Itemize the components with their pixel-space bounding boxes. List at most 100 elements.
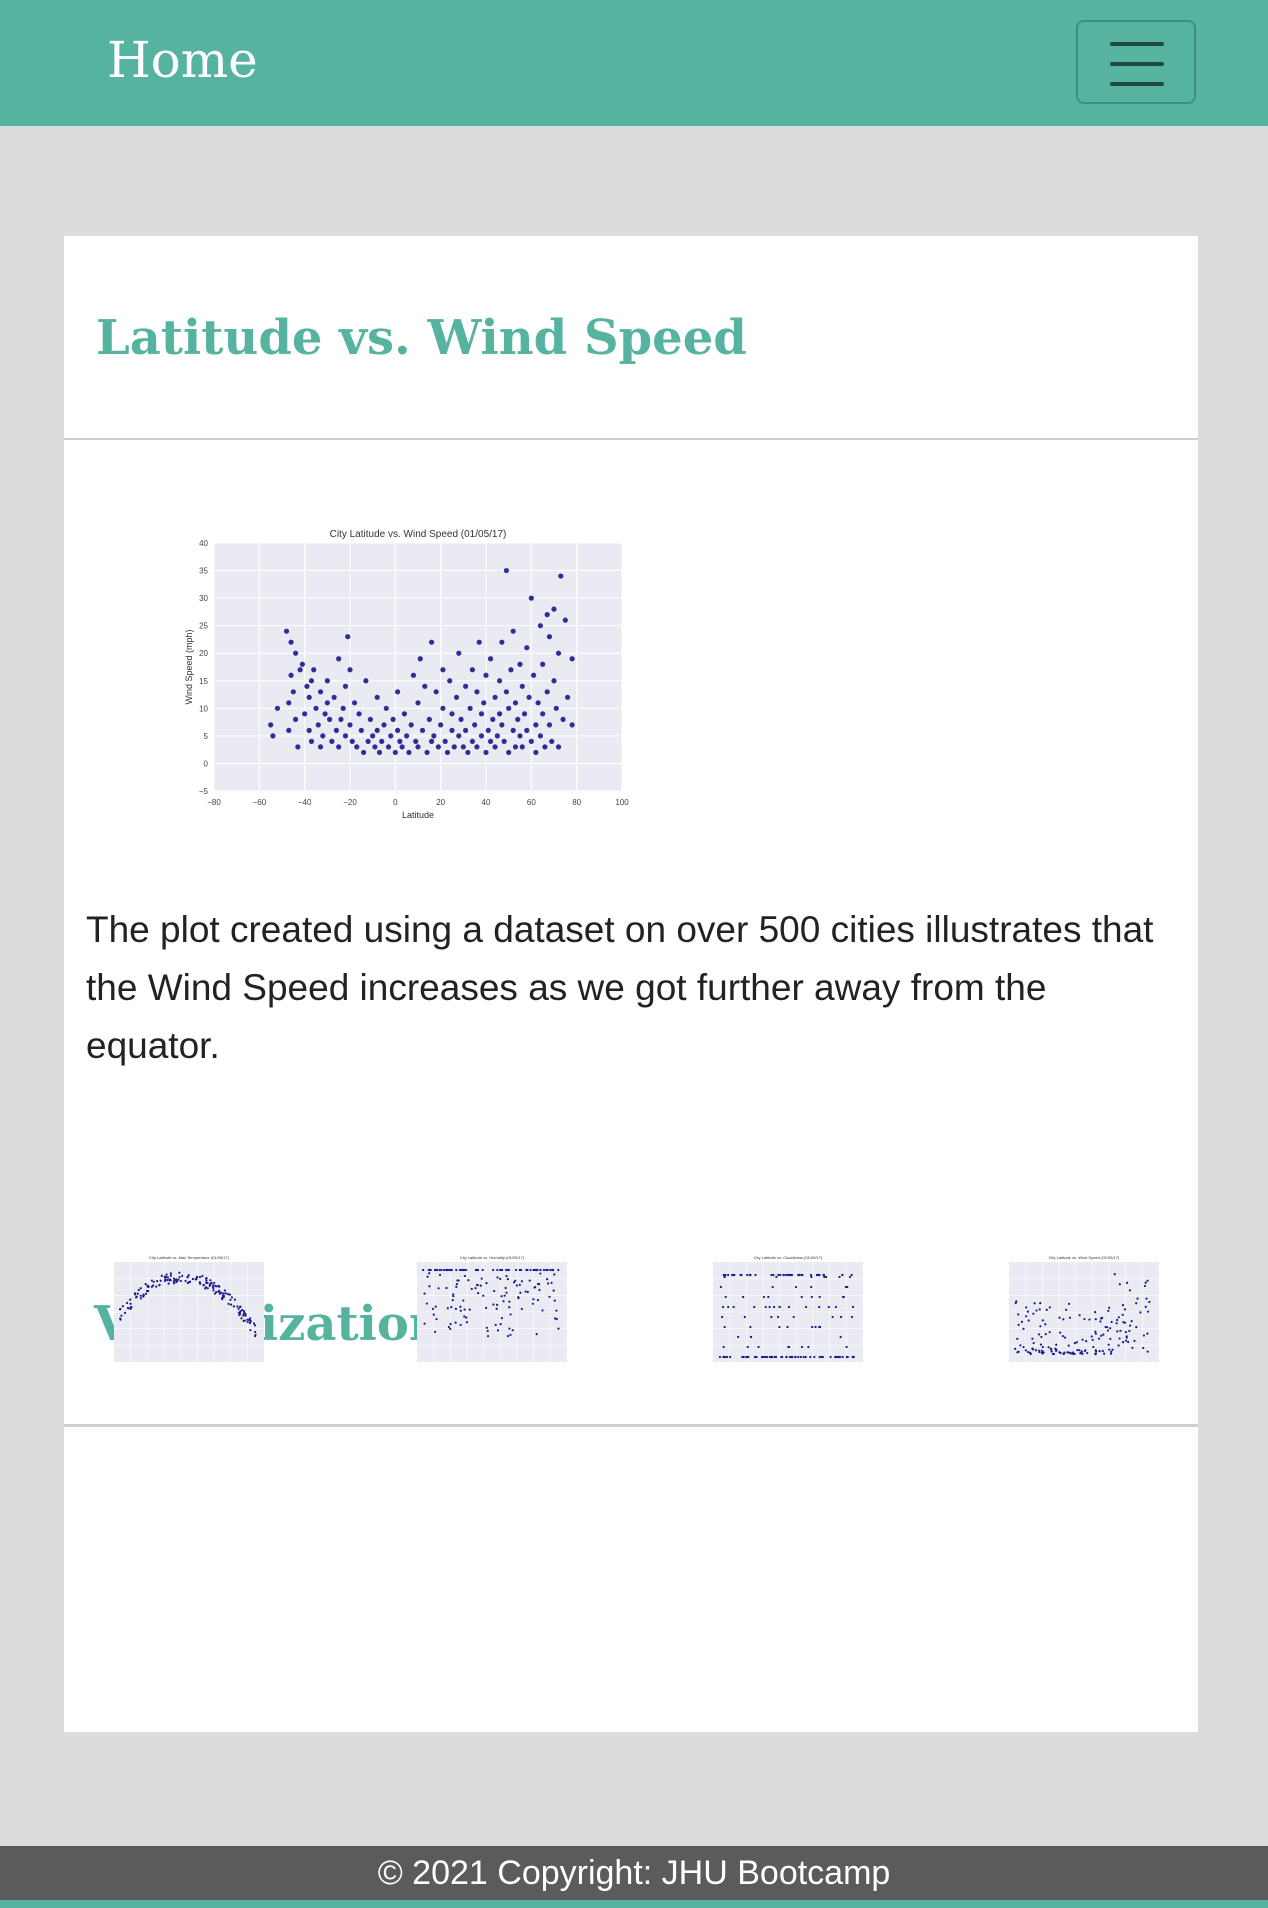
wind-speed-scatter-plot[interactable]: −80 −60 −40 −20 0 20 40 60 80 100 −5 0 5 10 15 20 25 30 35…	[114, 511, 634, 841]
thumbnail-title: City Latitude vs. Humidity (01/05/17)	[460, 1255, 525, 1260]
thumbnail-point	[229, 1303, 233, 1306]
thumbnail-point	[514, 1268, 518, 1272]
thumbnail-point	[754, 1273, 757, 1277]
thumbnail-point	[168, 1278, 171, 1281]
thumbnail-point	[778, 1305, 781, 1309]
thumbnail-point	[723, 1275, 726, 1279]
thumbnail-point	[818, 1325, 822, 1329]
thumbnail-point	[1063, 1336, 1067, 1339]
thumbnail-point	[165, 1273, 168, 1276]
thumbnail-humidity[interactable]: City Latitude vs. Humidity (01/05/17)	[397, 1252, 573, 1372]
thumbnail-point	[1145, 1297, 1148, 1300]
thumbnail-point	[236, 1305, 239, 1308]
thumbnail-point	[740, 1273, 743, 1277]
thumbnail-point	[767, 1295, 770, 1299]
data-point	[293, 716, 299, 722]
thumbnail-point	[1044, 1323, 1047, 1326]
data-point	[347, 667, 353, 673]
data-point	[338, 716, 344, 722]
thumbnail-point	[546, 1282, 550, 1285]
thumbnail-point	[519, 1291, 522, 1294]
thumbnail-point	[204, 1277, 208, 1280]
thumbnail-point	[731, 1273, 735, 1277]
data-point	[524, 727, 530, 733]
thumbnail-point	[804, 1355, 807, 1359]
thumbnail-point	[423, 1322, 426, 1325]
thumbnail-point	[224, 1292, 227, 1295]
thumbnail-point	[1115, 1322, 1118, 1325]
thumbnail-point	[742, 1355, 745, 1359]
x-tick-label: 0	[393, 798, 398, 807]
thumbnail-point	[438, 1273, 442, 1277]
data-point	[481, 700, 487, 706]
data-point	[270, 733, 276, 739]
thumbnail-title: City Latitude vs. Max Temperature (01/05…	[149, 1255, 230, 1260]
thumbnail-point	[537, 1283, 541, 1286]
thumbnail-point	[1144, 1305, 1147, 1308]
thumbnail-point	[1107, 1343, 1110, 1346]
thumbnail-point	[745, 1355, 749, 1359]
thumbnail-point	[460, 1268, 464, 1272]
data-point	[535, 700, 541, 706]
thumbnail-point	[1146, 1310, 1150, 1313]
data-point	[492, 694, 498, 700]
thumbnail-point	[1039, 1301, 1042, 1305]
thumbnail-point	[237, 1311, 240, 1314]
thumbnail-cloudiness[interactable]: City Latitude vs. Cloudiness (01/05/17)	[693, 1252, 869, 1372]
thumbnail-point	[732, 1305, 735, 1309]
thumbnail-point	[827, 1305, 830, 1309]
data-point	[478, 733, 485, 739]
thumbnail-point	[723, 1325, 726, 1329]
data-point	[524, 645, 530, 651]
thumbnail-point	[175, 1281, 178, 1284]
data-point	[306, 727, 312, 733]
y-tick-label: 40	[199, 539, 208, 548]
thumbnail-wind-speed[interactable]: City Latitude vs. Wind Speed (01/05/17)	[989, 1252, 1165, 1372]
thumbnail-point	[428, 1272, 431, 1275]
thumbnail-point	[463, 1315, 466, 1318]
thumbnail-max-temperature[interactable]: City Latitude vs. Max Temperature (01/05…	[94, 1252, 270, 1372]
thumbnail-point	[810, 1295, 813, 1299]
thumbnail-point	[534, 1285, 537, 1289]
thumbnail-point	[529, 1268, 532, 1272]
thumbnail-point	[818, 1295, 821, 1299]
menu-toggle-button[interactable]	[1076, 20, 1196, 104]
thumbnail-point	[169, 1274, 172, 1277]
data-point	[374, 727, 380, 733]
data-point	[487, 656, 494, 662]
thumbnail-point	[1108, 1306, 1111, 1309]
thumbnail-point	[839, 1335, 842, 1339]
thumbnail-point	[524, 1290, 527, 1293]
thumbnail-point	[139, 1294, 142, 1297]
thumbnail-point	[531, 1302, 535, 1305]
thumbnail-point	[241, 1308, 244, 1312]
thumbnail-point	[818, 1305, 821, 1309]
data-point	[390, 716, 396, 722]
thumbnail-point	[1078, 1314, 1081, 1317]
thumbnail-point	[246, 1320, 249, 1324]
thumbnail-point	[163, 1279, 167, 1283]
data-point	[494, 733, 500, 739]
data-point	[553, 705, 559, 711]
thumbnail-point	[142, 1294, 145, 1297]
data-point	[463, 727, 469, 733]
home-link[interactable]: Home	[107, 30, 258, 90]
thumbnail-point	[788, 1355, 792, 1359]
data-point	[510, 628, 516, 634]
thumbnail-point	[172, 1282, 176, 1285]
plot-description: The plot created using a dataset on over…	[86, 909, 1154, 1066]
thumbnail-point	[552, 1289, 555, 1292]
data-point	[546, 634, 553, 640]
thumbnail-point	[485, 1326, 488, 1329]
thumbnail-point	[555, 1317, 558, 1321]
thumbnail-point	[533, 1268, 536, 1272]
data-point	[569, 722, 575, 728]
thumbnail-point	[528, 1279, 531, 1282]
thumbnail-title: City Latitude vs. Cloudiness (01/05/17)	[754, 1255, 823, 1260]
data-point	[424, 749, 430, 756]
thumbnail-point	[764, 1305, 767, 1309]
data-point	[351, 700, 358, 706]
data-point	[497, 678, 503, 684]
thumbnail-point	[814, 1325, 817, 1329]
thumbnail-point	[155, 1285, 158, 1288]
